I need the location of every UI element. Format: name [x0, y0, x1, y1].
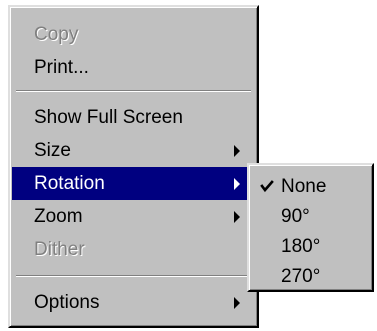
check-mark-icon	[260, 180, 274, 193]
submenu-arrow-icon	[234, 144, 240, 157]
menu-item-copy: Copy	[12, 18, 254, 51]
menu-item-label: Print...	[34, 57, 89, 78]
menu-item-dither: Dither	[12, 233, 254, 266]
menu-separator	[16, 275, 251, 277]
menu-item-print[interactable]: Print...	[12, 51, 254, 84]
submenu-item-90[interactable]: 90°	[251, 201, 369, 231]
menu-item-label: Dither	[34, 239, 85, 260]
menu-item-label: Show Full Screen	[34, 107, 183, 128]
menu-item-label: Copy	[34, 24, 79, 45]
menu-item-label: Size	[34, 140, 71, 161]
submenu-arrow-icon	[234, 296, 240, 309]
submenu-item-label: 90°	[281, 205, 310, 227]
submenu-item-label: 180°	[281, 235, 321, 257]
submenu-item-270[interactable]: 270°	[251, 261, 369, 291]
menu-item-label: Rotation	[34, 173, 105, 194]
menu-item-size[interactable]: Size	[12, 134, 254, 167]
submenu-item-label: None	[281, 175, 327, 197]
menu-item-rotation[interactable]: Rotation	[12, 167, 254, 200]
submenu-item-label: 270°	[281, 265, 321, 287]
submenu-item-none[interactable]: None	[251, 171, 369, 201]
menu-item-zoom[interactable]: Zoom	[12, 200, 254, 233]
context-menu: Copy Print... Show Full Screen Size Rota…	[8, 5, 259, 328]
submenu-item-180[interactable]: 180°	[251, 231, 369, 261]
menu-separator	[16, 90, 251, 92]
rotation-submenu: None 90° 180° 270°	[247, 163, 374, 292]
menu-item-label: Zoom	[34, 206, 83, 227]
menu-item-options[interactable]: Options	[12, 286, 254, 319]
menu-item-show-full-screen[interactable]: Show Full Screen	[12, 101, 254, 134]
menu-item-label: Options	[34, 292, 100, 313]
submenu-arrow-icon	[234, 177, 240, 190]
submenu-arrow-icon	[234, 210, 240, 223]
